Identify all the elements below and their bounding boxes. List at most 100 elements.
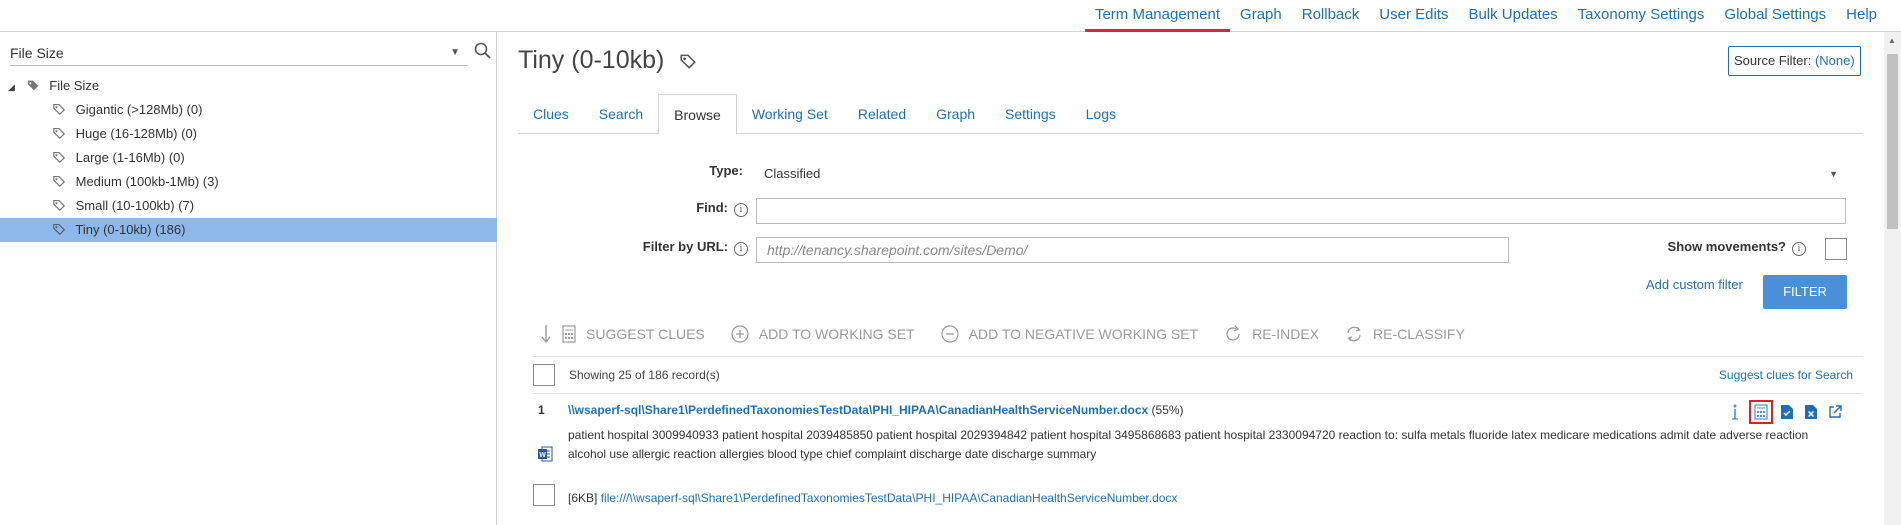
type-label: Type: [709, 163, 743, 178]
tree-item-huge[interactable]: Huge (16-128Mb) (0) [0, 122, 497, 146]
result-score: (55%) [1151, 403, 1184, 417]
file-remove-icon[interactable] [1801, 402, 1821, 422]
tag-icon[interactable] [679, 52, 697, 70]
nav-taxonomy-settings[interactable]: Taxonomy Settings [1568, 0, 1715, 32]
select-all-checkbox[interactable] [533, 364, 555, 386]
tag-icon [53, 104, 65, 115]
tab-logs[interactable]: Logs [1071, 94, 1131, 134]
result-link[interactable]: \\wsaperf-sql\Share1\PerdefinedTaxonomie… [568, 403, 1184, 417]
actions-toolbar: SUGGEST CLUES ADD TO WORKING SET ADD TO … [540, 322, 1491, 346]
re-classify-label: RE-CLASSIFY [1373, 326, 1465, 342]
external-link-icon[interactable] [1825, 402, 1845, 422]
tree-item-label: Tiny (0-10kb) (186) [75, 222, 186, 237]
top-navigation: Term Management Graph Rollback User Edit… [0, 0, 1901, 32]
type-dropdown[interactable]: Classified ▼ [756, 162, 1846, 186]
word-document-icon: W [538, 446, 553, 462]
show-movements-checkbox[interactable] [1825, 238, 1847, 260]
tree-item-tiny[interactable]: Tiny (0-10kb) (186) [0, 218, 497, 242]
svg-text:W: W [539, 452, 546, 459]
add-custom-filter-link[interactable]: Add custom filter [1646, 277, 1743, 292]
results-header: Showing 25 of 186 record(s) Suggest clue… [533, 356, 1863, 394]
re-classify-button[interactable]: RE-CLASSIFY [1345, 325, 1465, 343]
facet-dropdown-value: File Size [10, 45, 64, 61]
tab-browse[interactable]: Browse [658, 94, 737, 135]
nav-global-settings[interactable]: Global Settings [1714, 0, 1836, 32]
calculator-icon[interactable] [1749, 400, 1773, 424]
result-file-link[interactable]: file:///\\wsaperf-sql\Share1\PerdefinedT… [601, 491, 1178, 505]
tree-item-label: Huge (16-128Mb) (0) [75, 126, 198, 141]
search-icon[interactable] [474, 42, 492, 62]
tree-item-large[interactable]: Large (1-16Mb) (0) [0, 146, 497, 170]
tag-icon [53, 152, 65, 163]
nav-rollback[interactable]: Rollback [1292, 0, 1370, 32]
filter-by-url-label: Filter by URL: i [578, 239, 748, 256]
nav-help[interactable]: Help [1836, 0, 1887, 32]
tab-clues[interactable]: Clues [518, 94, 584, 134]
tree-item-small[interactable]: Small (10-100kb) (7) [0, 194, 497, 218]
source-filter-value: (None) [1814, 53, 1855, 68]
nav-term-management[interactable]: Term Management [1084, 0, 1231, 32]
add-to-negative-working-set-label: ADD TO NEGATIVE WORKING SET [968, 326, 1199, 342]
minus-circle-icon [941, 325, 959, 343]
main-panel: Tiny (0-10kb) Source Filter: (None) Clue… [498, 32, 1883, 525]
suggest-clues-for-search-link[interactable]: Suggest clues for Search [1719, 368, 1853, 382]
taxonomy-tree: ◢ File Size Gigantic (>128Mb) (0) Huge (… [0, 74, 497, 242]
page-title: Tiny (0-10kb) [518, 46, 697, 75]
result-file-row: [6KB] file:///\\wsaperf-sql\Share1\Perde… [568, 491, 1177, 505]
tree-root[interactable]: ◢ File Size [0, 74, 497, 98]
page-title-text: Tiny (0-10kb) [518, 46, 665, 74]
result-checkbox[interactable] [533, 484, 555, 506]
info-icon[interactable]: i [734, 242, 748, 256]
tag-icon [53, 200, 65, 211]
result-actions [1725, 400, 1849, 424]
tree-item-label: Medium (100kb-1Mb) (3) [75, 174, 219, 189]
find-input[interactable] [756, 198, 1846, 224]
tag-icon [53, 224, 65, 235]
tab-graph[interactable]: Graph [921, 94, 990, 134]
result-file-size: [6KB] [568, 491, 598, 505]
info-icon[interactable]: i [734, 203, 748, 217]
left-panel: File Size ▼ ◢ File Size Gigantic (>128Mb… [0, 32, 497, 525]
file-check-icon[interactable] [1777, 402, 1797, 422]
info-icon[interactable]: i [1792, 242, 1806, 256]
chevron-down-icon: ▼ [450, 47, 460, 58]
chevron-down-icon: ▼ [1829, 169, 1838, 179]
re-index-label: RE-INDEX [1252, 326, 1320, 342]
tab-working-set[interactable]: Working Set [737, 94, 843, 134]
re-index-button[interactable]: RE-INDEX [1224, 325, 1319, 343]
add-to-working-set-label: ADD TO WORKING SET [758, 326, 915, 342]
tab-search[interactable]: Search [584, 94, 658, 134]
tag-icon [53, 176, 65, 187]
suggest-clues-button[interactable]: SUGGEST CLUES [540, 324, 705, 344]
nav-user-edits[interactable]: User Edits [1369, 0, 1458, 32]
facet-dropdown[interactable]: File Size ▼ [10, 42, 468, 66]
find-label: Find: i [648, 200, 748, 217]
nav-graph[interactable]: Graph [1230, 0, 1292, 32]
tree-item-label: Large (1-16Mb) (0) [75, 150, 185, 165]
scrollbar[interactable]: ▲ [1884, 32, 1901, 525]
add-to-negative-working-set-button[interactable]: ADD TO NEGATIVE WORKING SET [941, 325, 1198, 343]
show-movements-label: Show movements? i [1608, 239, 1806, 256]
tree-item-label: Gigantic (>128Mb) (0) [75, 102, 203, 117]
info-icon[interactable] [1725, 402, 1745, 422]
collapse-triangle-icon[interactable]: ◢ [8, 75, 22, 99]
calculator-icon [562, 325, 576, 343]
result-number: 1 [538, 403, 545, 417]
tab-related[interactable]: Related [843, 94, 921, 134]
scrollbar-thumb[interactable] [1887, 54, 1898, 229]
sync-icon [1347, 326, 1361, 342]
sort-arrow-icon [541, 325, 551, 344]
nav-bulk-updates[interactable]: Bulk Updates [1458, 0, 1567, 32]
filter-by-url-input[interactable] [756, 237, 1509, 263]
tree-item-medium[interactable]: Medium (100kb-1Mb) (3) [0, 170, 497, 194]
type-dropdown-value: Classified [764, 166, 821, 181]
tag-icon [53, 128, 65, 139]
scroll-up-arrow-icon[interactable]: ▲ [1888, 36, 1896, 45]
tab-settings[interactable]: Settings [990, 94, 1071, 134]
source-filter-button[interactable]: Source Filter: (None) [1728, 46, 1861, 76]
tree-item-gigantic[interactable]: Gigantic (>128Mb) (0) [0, 98, 497, 122]
result-link-text: \\wsaperf-sql\Share1\PerdefinedTaxonomie… [568, 403, 1149, 417]
add-to-working-set-button[interactable]: ADD TO WORKING SET [731, 325, 915, 343]
source-filter-label: Source Filter: [1734, 53, 1812, 68]
filter-button[interactable]: FILTER [1763, 275, 1847, 309]
